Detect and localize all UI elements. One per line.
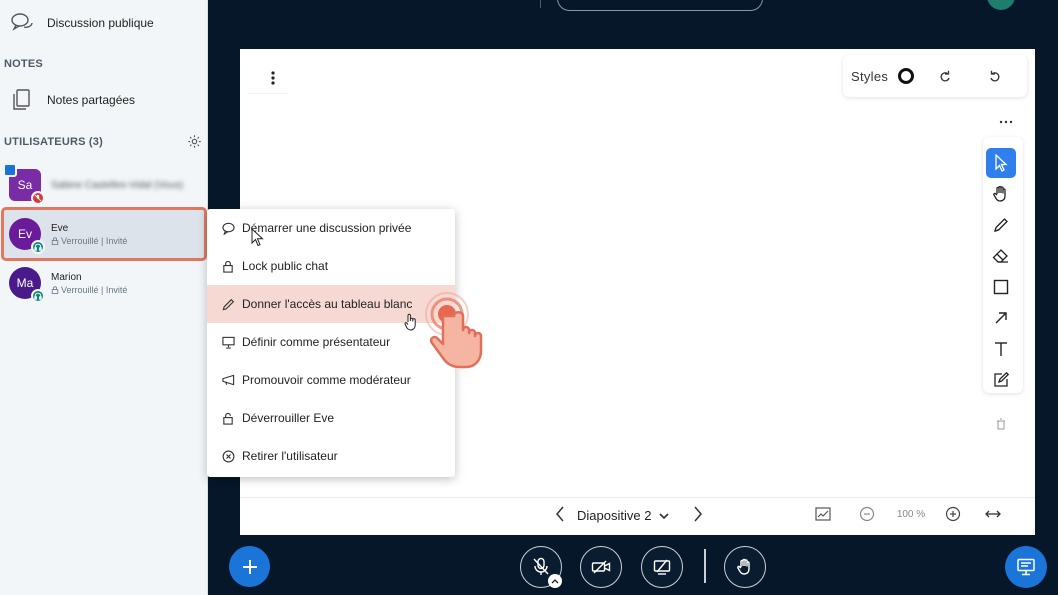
hand-pointer-cursor-icon: [404, 313, 418, 336]
mouse-pointer-icon: [251, 227, 264, 252]
camera-off-icon: [591, 560, 611, 574]
raise-hand-button[interactable]: [724, 546, 766, 588]
mic-muted-badge-icon: [31, 191, 45, 205]
raise-hand-icon: [737, 558, 750, 575]
menu-item-start-private-chat[interactable]: Démarrer une discussion privée: [207, 209, 455, 247]
sticky-note-tool-icon[interactable]: [986, 365, 1016, 395]
public-chat-label: Discussion publique: [47, 16, 154, 30]
avatar: Sa: [3, 163, 45, 205]
user-name: Sabine Castelles-Vidal (Vous): [51, 179, 184, 191]
previous-slide-chevron-left-icon[interactable]: [555, 506, 565, 525]
zoom-out-icon[interactable]: [854, 506, 880, 522]
user-context-menu: Démarrer une discussion privée Lock publ…: [207, 209, 455, 477]
toolbar-separator: [704, 549, 706, 583]
lock-icon: [51, 236, 59, 245]
minimize-presentation-icon[interactable]: [812, 507, 834, 521]
lock-icon: [51, 285, 59, 294]
actions-plus-button[interactable]: [229, 546, 270, 587]
user-status: Verrouillé | Invité: [61, 235, 128, 246]
pencil-icon: [221, 297, 235, 311]
lock-icon: [221, 259, 235, 273]
divider: [248, 93, 288, 94]
menu-item-remove-user[interactable]: Retirer l'utilisateur: [207, 437, 455, 475]
pencil-tool-icon[interactable]: [986, 210, 1016, 240]
camera-button[interactable]: [580, 546, 622, 588]
user-status: Verrouillé | Invité: [61, 284, 128, 295]
shared-notes-item[interactable]: Notes partagées: [10, 88, 135, 112]
headphones-badge-icon: [31, 289, 45, 303]
menu-item-label: Promouvoir comme modérateur: [242, 373, 411, 387]
presentation-screen-icon: [1017, 558, 1035, 576]
headphones-badge-icon: [31, 240, 45, 254]
document-icon: [10, 88, 34, 112]
user-list-item-eve[interactable]: Ev Eve Verrouillé | Invité: [4, 211, 206, 257]
styles-toolbar: Styles: [843, 55, 1027, 97]
menu-item-unlock-eve[interactable]: Déverrouiller Eve: [207, 399, 455, 437]
current-user-avatar[interactable]: [987, 0, 1015, 10]
pan-tool-hand-icon[interactable]: [986, 179, 1016, 209]
shared-notes-label: Notes partagées: [47, 93, 136, 107]
text-tool-icon[interactable]: [986, 334, 1016, 364]
notes-heading: NOTES: [4, 58, 43, 70]
avatar: Ma: [9, 267, 45, 303]
user-name: Marion: [51, 271, 82, 283]
menu-item-label: Lock public chat: [242, 259, 329, 273]
user-list-item-marion[interactable]: Ma Marion Verrouillé | Invité: [4, 260, 206, 306]
presenter-badge-icon: [3, 163, 17, 177]
menu-item-label: Retirer l'utilisateur: [242, 449, 338, 463]
rectangle-tool-icon[interactable]: [986, 272, 1016, 302]
remove-icon: [221, 449, 235, 463]
chevron-down-icon: [659, 512, 670, 519]
user-list-item-self[interactable]: Sa Sabine Castelles-Vidal (Vous): [3, 162, 206, 208]
select-tool-cursor-icon[interactable]: [986, 148, 1016, 178]
whiteboard-options-kebab-icon[interactable]: [258, 63, 288, 93]
stroke-style-circle-icon[interactable]: [898, 68, 915, 84]
microphone-button[interactable]: [520, 546, 562, 588]
menu-item-label: Déverrouiller Eve: [242, 411, 335, 425]
user-name: Eve: [51, 222, 69, 234]
delete-trash-icon[interactable]: [986, 409, 1016, 439]
whiteboard-footer: Diapositive 2 100 %: [240, 497, 1035, 535]
zoom-level: 100 %: [896, 508, 926, 520]
audio-options-caret-icon[interactable]: [548, 574, 562, 588]
undo-icon[interactable]: [978, 59, 1012, 93]
menu-item-label: Définir comme présentateur: [242, 335, 391, 349]
fit-width-arrows-icon[interactable]: [980, 509, 1006, 519]
slide-label: Diapositive 2: [577, 508, 652, 523]
next-slide-chevron-right-icon[interactable]: [693, 506, 703, 525]
menu-item-label: Donner l'accès au tableau blanc: [242, 297, 413, 311]
menu-item-promote-moderator[interactable]: Promouvoir comme modérateur: [207, 361, 455, 399]
chat-bubble-icon: [221, 221, 235, 235]
user-settings-gear-icon[interactable]: [187, 134, 202, 154]
unlock-icon: [221, 411, 235, 425]
screen-share-button[interactable]: [641, 546, 683, 588]
plus-icon: [242, 559, 257, 574]
avatar: Ev: [9, 218, 45, 254]
public-chat-item[interactable]: Discussion publique: [10, 11, 154, 35]
megaphone-icon: [221, 373, 235, 387]
tap-gesture-hand-icon: [425, 292, 491, 374]
screen-share-off-icon: [653, 559, 671, 575]
microphone-muted-icon: [533, 557, 549, 575]
topbar-search-pill[interactable]: [557, 0, 763, 11]
menu-item-lock-public-chat[interactable]: Lock public chat: [207, 247, 455, 285]
menu-item-label: Démarrer une discussion privée: [242, 221, 412, 235]
topbar-divider: [540, 0, 541, 8]
presentation-toggle-button[interactable]: [1005, 546, 1047, 588]
slide-selector[interactable]: Diapositive 2: [577, 508, 670, 523]
eraser-tool-icon[interactable]: [986, 241, 1016, 271]
presentation-icon: [221, 335, 235, 349]
users-heading: UTILISATEURS (3): [4, 136, 103, 148]
styles-label: Styles: [851, 68, 889, 84]
arrow-tool-icon[interactable]: [986, 303, 1016, 333]
sidebar: Discussion publique NOTES Notes partagée…: [0, 0, 208, 595]
chat-bubbles-icon: [10, 11, 34, 35]
zoom-in-icon[interactable]: [940, 506, 966, 522]
redo-icon[interactable]: [928, 59, 962, 93]
tools-column: [981, 107, 1021, 457]
